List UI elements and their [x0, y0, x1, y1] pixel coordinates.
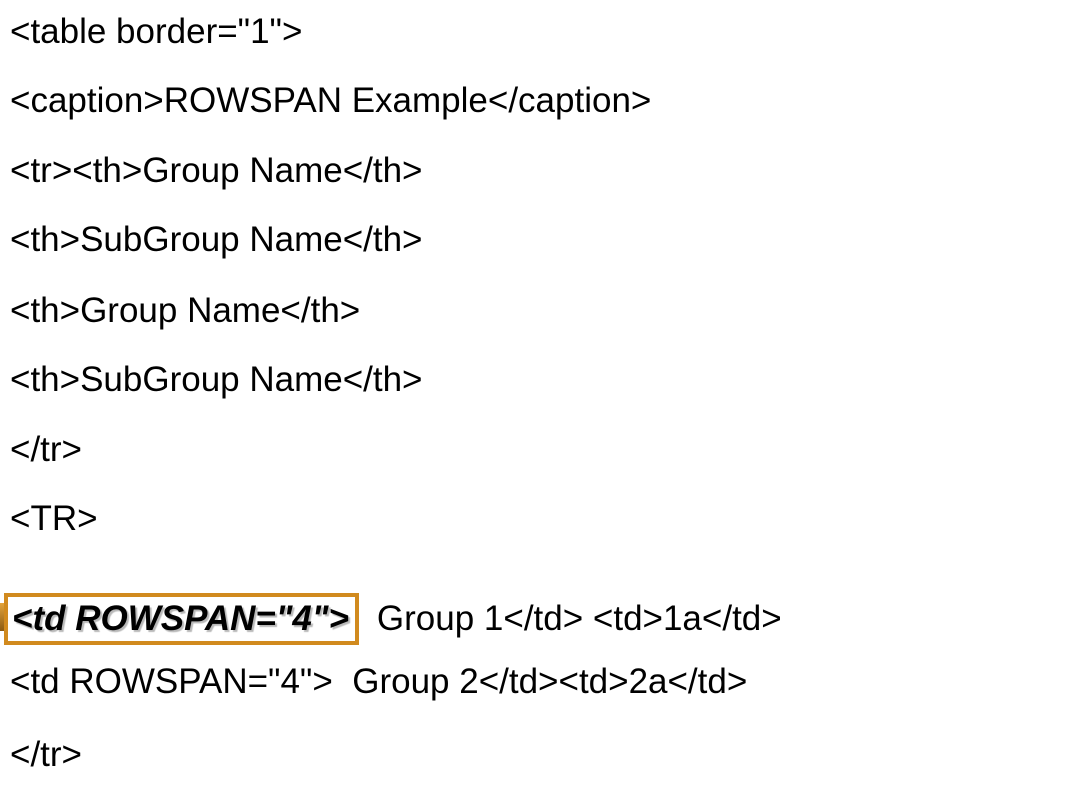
code-line-tr-close-2: </tr>: [10, 735, 82, 774]
code-line-table-open: <table border="1">: [10, 12, 303, 51]
code-line-tr-th-group: <tr><th>Group Name</th>: [10, 151, 423, 190]
code-line-caption: <caption>ROWSPAN Example</caption>: [10, 81, 652, 120]
highlighted-rowspan-attribute: <td ROWSPAN="4">: [4, 593, 359, 645]
slide: <table border="1"> <caption>ROWSPAN Exam…: [0, 0, 1065, 792]
code-line-th-subgroup-2: <th>SubGroup Name</th>: [10, 360, 423, 399]
code-line-tr-open: <TR>: [10, 499, 98, 538]
highlighted-line-rest: Group 1</td> <td>1a</td>: [376, 599, 782, 638]
code-line-tr-close: </tr>: [10, 430, 82, 469]
code-line-th-subgroup: <th>SubGroup Name</th>: [10, 220, 423, 259]
code-line-highlighted: <td ROWSPAN="4"> Group 1</td> <td>1a</td>: [4, 593, 782, 645]
code-line-td-group2: <td ROWSPAN="4"> Group 2</td><td>2a</td>: [10, 662, 748, 701]
code-line-th-group: <th>Group Name</th>: [10, 291, 361, 330]
